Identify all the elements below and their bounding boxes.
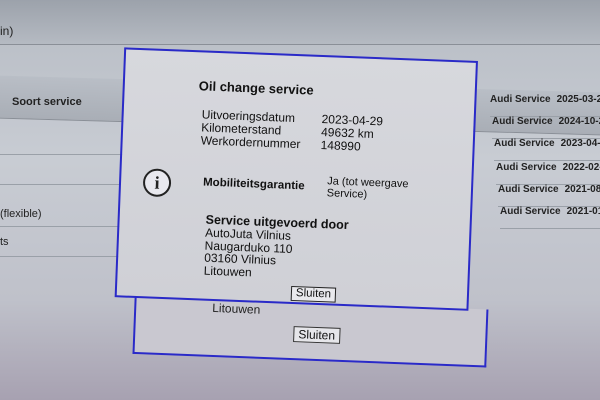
row-divider xyxy=(0,154,130,155)
table-row[interactable]: (flexible) xyxy=(0,208,42,220)
row-divider xyxy=(0,184,130,185)
service-details-dialog-frame: Litouwen Sluiten Oil change service Uitv… xyxy=(112,47,489,378)
window-title: in) xyxy=(0,24,14,38)
dialog-title: Oil change service xyxy=(198,78,314,98)
table-row[interactable]: Audi Service2022-02-2 xyxy=(496,162,600,185)
table-row[interactable]: ts xyxy=(0,236,9,248)
mobility-guarantee-value: Ja (tot weergave Service) xyxy=(326,175,409,201)
app-titlebar: in) xyxy=(0,0,600,45)
table-row[interactable]: Audi Service2024-10-28 xyxy=(492,116,600,139)
service-address: AutoJuta Vilnius Naugarduko 110 03160 Vi… xyxy=(203,226,293,280)
table-row[interactable]: Audi Service2021-08-1 xyxy=(498,184,600,207)
background-city: Litouwen xyxy=(212,300,261,317)
info-icon: i xyxy=(142,168,172,198)
service-fields: Uitvoeringsdatum 2023-04-29 Kilometerstan… xyxy=(200,107,383,154)
table-row[interactable]: Audi Service2021-01- xyxy=(500,206,600,229)
table-row[interactable]: Audi Service2025-03-21 xyxy=(490,94,600,117)
row-divider xyxy=(0,226,130,227)
background-close-button[interactable]: Sluiten xyxy=(293,326,341,344)
screen: in) Soort service (flexible) ts Audi Ser… xyxy=(0,0,600,400)
table-row[interactable]: Audi Service2023-04-29 xyxy=(494,138,600,161)
mobility-guarantee-label: Mobiliteitsgarantie xyxy=(202,176,305,193)
row-divider xyxy=(0,256,130,257)
service-details-dialog: Oil change service Uitvoeringsdatum 2023-… xyxy=(114,47,478,311)
column-header-service-type[interactable]: Soort service xyxy=(12,96,82,108)
close-button[interactable]: Sluiten xyxy=(290,285,337,303)
address-line: Litouwen xyxy=(203,263,253,279)
